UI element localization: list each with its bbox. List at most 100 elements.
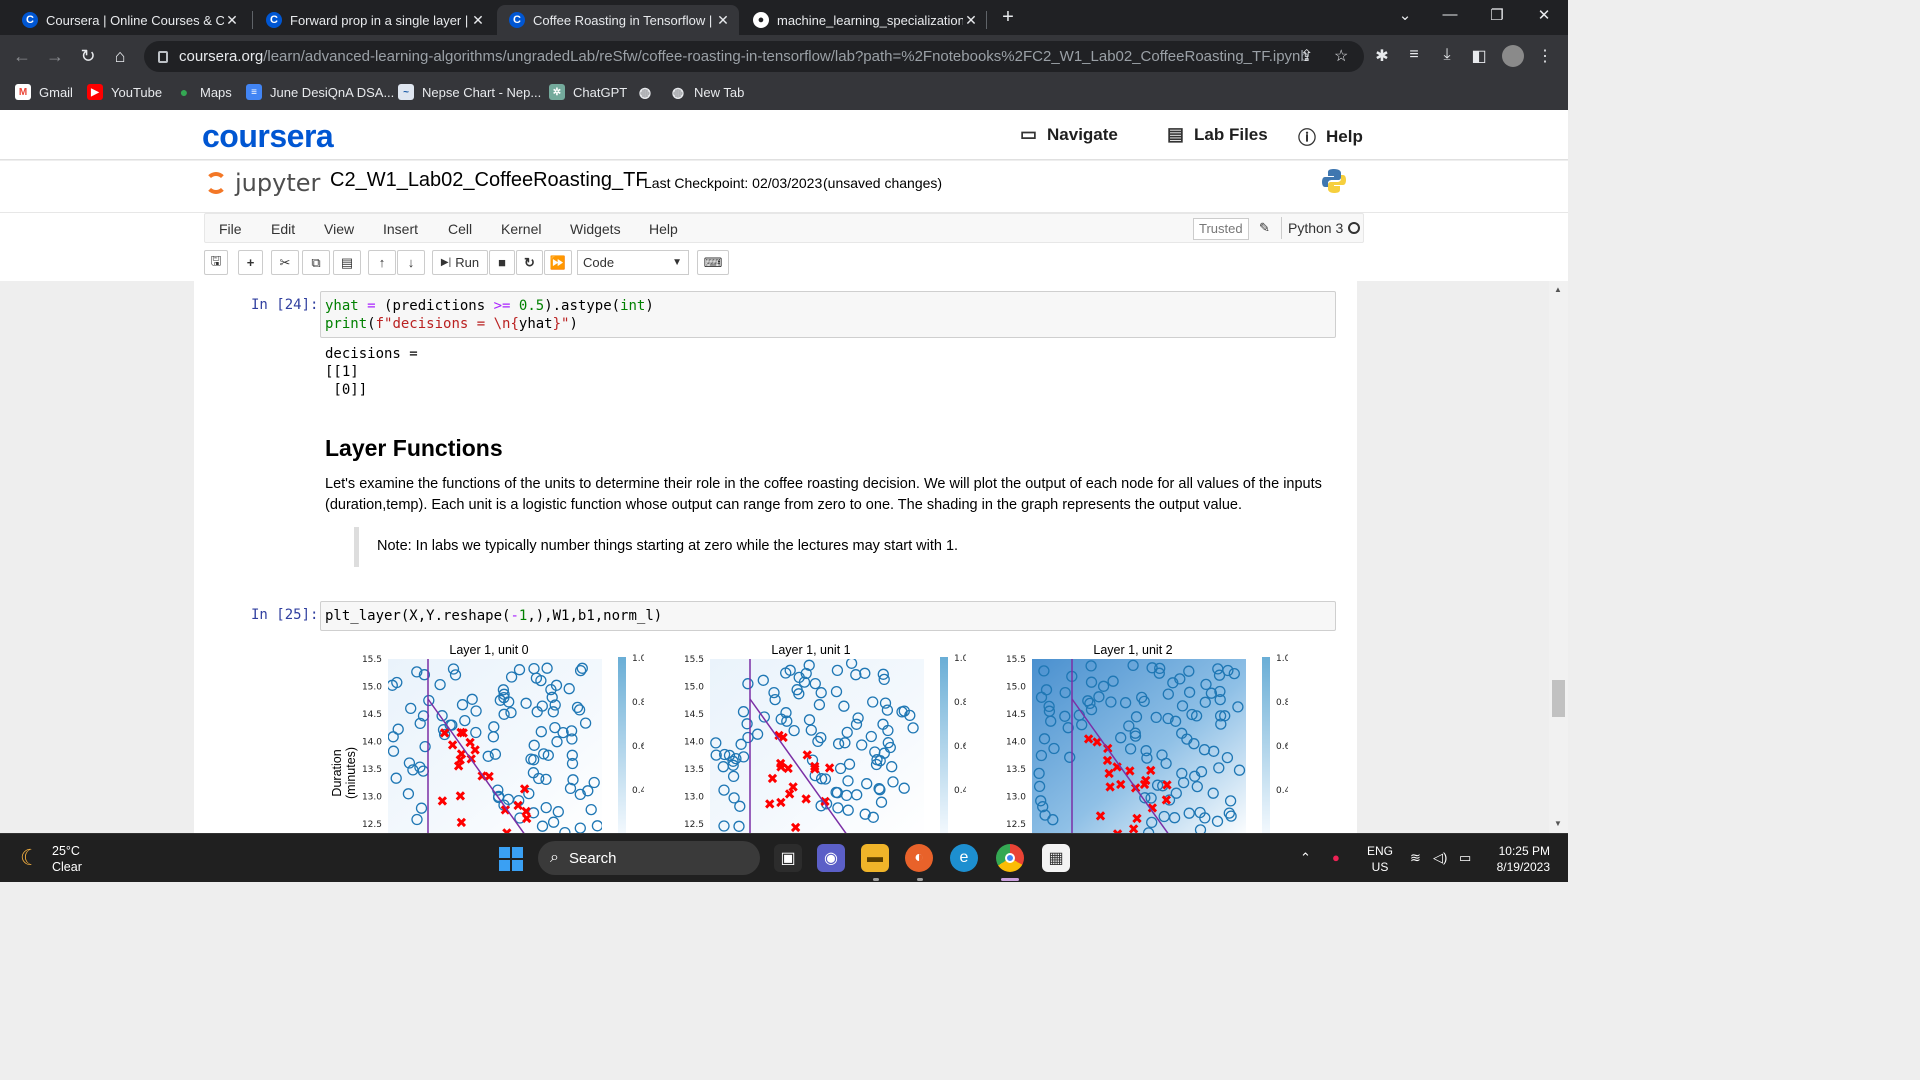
forward-icon[interactable]: → bbox=[44, 45, 66, 67]
edge-icon[interactable]: e bbox=[950, 844, 978, 872]
teams-chat-icon[interactable]: ◉ bbox=[817, 844, 845, 872]
share-icon[interactable]: ⇪ bbox=[1300, 46, 1313, 66]
menu-cell[interactable]: Cell bbox=[448, 221, 472, 237]
section-paragraph: Let's examine the functions of the units… bbox=[325, 476, 1322, 513]
close-icon[interactable]: ✕ bbox=[715, 12, 731, 29]
reading-list-icon[interactable]: ≡ bbox=[1402, 46, 1426, 64]
download-icon[interactable]: ⤓ bbox=[1435, 46, 1459, 64]
bookmark-nepse-chart[interactable]: ~ Nepse Chart - Nep... bbox=[398, 84, 541, 100]
home-icon[interactable]: ⌂ bbox=[109, 45, 131, 67]
scroll-up-icon[interactable]: ▲ bbox=[1554, 285, 1562, 294]
tray-app-icon[interactable]: ● bbox=[1332, 850, 1340, 865]
menu-widgets[interactable]: Widgets bbox=[570, 221, 621, 237]
bookmark-youtube[interactable]: ▶ YouTube bbox=[87, 84, 162, 100]
bookmark-gmail[interactable]: M Gmail bbox=[15, 84, 73, 100]
move-up-button[interactable]: ↑ bbox=[368, 250, 396, 275]
page-scrollbar[interactable]: ▲ ▼ bbox=[1549, 281, 1568, 833]
move-down-button[interactable]: ↓ bbox=[397, 250, 425, 275]
windows-start-icon[interactable] bbox=[499, 847, 523, 871]
colorbar-tick-label: 0.4 bbox=[632, 786, 644, 796]
navigate-button[interactable]: ▭ Navigate bbox=[1020, 124, 1118, 145]
restore-icon[interactable]: ❐ bbox=[1482, 6, 1512, 24]
menu-kernel[interactable]: Kernel bbox=[501, 221, 541, 237]
bookmarks-bar: M Gmail ▶ YouTube ● Maps ≡ June DesiQnA … bbox=[0, 78, 1568, 110]
close-icon[interactable]: ✕ bbox=[470, 12, 486, 29]
lab-files-button[interactable]: ▤ Lab Files bbox=[1167, 124, 1268, 145]
volume-icon[interactable]: ◁) bbox=[1433, 850, 1447, 866]
paste-icon: ▤ bbox=[340, 254, 354, 270]
cell-25-input[interactable]: plt_layer(X,Y.reshape(-1,),W1,b1,norm_l) bbox=[320, 601, 1336, 631]
close-icon[interactable]: ✕ bbox=[963, 12, 979, 29]
browser-tab[interactable]: ● machine_learning_specialization ✕ bbox=[741, 5, 987, 35]
menu-dots-icon[interactable]: ⋮ bbox=[1533, 46, 1557, 66]
moon-icon[interactable]: ☾ bbox=[20, 845, 40, 871]
trusted-badge[interactable]: Trusted bbox=[1193, 218, 1249, 240]
cell-24-prompt: In [24]: bbox=[251, 297, 319, 313]
bookmark-star-icon[interactable]: ☆ bbox=[1334, 46, 1348, 66]
tab-search-icon[interactable]: ⌄ bbox=[1390, 6, 1420, 24]
save-button[interactable]: 🖫 bbox=[204, 250, 228, 275]
tray-overflow-icon[interactable]: ⌃ bbox=[1300, 850, 1311, 866]
bookmark-maps[interactable]: ● Maps bbox=[176, 84, 232, 100]
window-close-icon[interactable]: ✕ bbox=[1529, 6, 1559, 24]
taskbar-search[interactable]: ⌕ Search bbox=[538, 841, 760, 875]
restart-button[interactable]: ↻ bbox=[516, 250, 543, 275]
menu-help[interactable]: Help bbox=[649, 221, 678, 237]
language-indicator[interactable]: ENG US bbox=[1367, 843, 1393, 875]
scroll-down-icon[interactable]: ▼ bbox=[1554, 819, 1562, 828]
insert-cell-button[interactable]: + bbox=[238, 250, 263, 275]
paste-button[interactable]: ▤ bbox=[333, 250, 361, 275]
close-icon[interactable]: ✕ bbox=[224, 12, 240, 29]
wifi-icon[interactable]: ≋ bbox=[1410, 850, 1421, 866]
active-app-indicator bbox=[873, 878, 879, 881]
cell-type-select[interactable]: Code ▼ bbox=[577, 250, 689, 275]
command-palette-button[interactable]: ⌨ bbox=[697, 250, 729, 275]
y-tick-label: 12.5 bbox=[684, 820, 704, 830]
coursera-logo[interactable]: coursera bbox=[202, 118, 334, 155]
back-icon[interactable]: ← bbox=[11, 45, 33, 67]
menu-edit[interactable]: Edit bbox=[271, 221, 295, 237]
minimize-icon[interactable]: — bbox=[1435, 6, 1465, 23]
bookmark-chatgpt[interactable]: ✲ ChatGPT bbox=[549, 84, 627, 100]
notebook-name[interactable]: C2_W1_Lab02_CoffeeRoasting_TF bbox=[330, 169, 648, 192]
menu-view[interactable]: View bbox=[324, 221, 354, 237]
microsoft-store-icon[interactable]: ▦ bbox=[1042, 844, 1070, 872]
menu-insert[interactable]: Insert bbox=[383, 221, 418, 237]
task-view-icon[interactable]: ▣ bbox=[774, 844, 802, 872]
scrollbar-thumb[interactable] bbox=[1552, 680, 1565, 717]
restart-run-all-button[interactable]: ⏩ bbox=[544, 250, 572, 275]
pencil-icon[interactable]: ✎ bbox=[1259, 220, 1270, 236]
kernel-name[interactable]: Python 3 bbox=[1281, 217, 1343, 239]
new-tab-button[interactable]: + bbox=[996, 6, 1020, 30]
bookmark-globe[interactable]: ◍ bbox=[637, 84, 661, 100]
side-panel-icon[interactable]: ◧ bbox=[1467, 46, 1491, 66]
cell-24-input[interactable]: yhat = (predictions >= 0.5).astype(int) … bbox=[320, 291, 1336, 338]
battery-icon[interactable]: ▭ bbox=[1459, 850, 1471, 866]
browser-tab[interactable]: C Forward prop in a single layer | Cours… bbox=[254, 5, 494, 35]
profile-avatar[interactable] bbox=[1502, 45, 1524, 67]
interrupt-button[interactable]: ■ bbox=[489, 250, 515, 275]
help-button[interactable]: ⓘ Help bbox=[1298, 124, 1363, 150]
file-icon: ▤ bbox=[1167, 124, 1185, 144]
weather-widget[interactable]: 25°C Clear bbox=[52, 843, 82, 875]
address-bar[interactable]: coursera.org/learn/advanced-learning-alg… bbox=[144, 41, 1364, 72]
chrome-icon[interactable] bbox=[996, 844, 1024, 872]
browser-tab-active[interactable]: C Coffee Roasting in Tensorflow | Course… bbox=[497, 5, 739, 35]
cut-button[interactable]: ✂ bbox=[271, 250, 299, 275]
firefox-icon[interactable]: ◐ bbox=[905, 844, 933, 872]
file-explorer-icon[interactable]: ▬ bbox=[861, 844, 889, 872]
copy-button[interactable]: ⧉ bbox=[302, 250, 330, 275]
extensions-icon[interactable]: ✱ bbox=[1370, 46, 1394, 66]
bookmark-new-tab[interactable]: ◍ New Tab bbox=[670, 84, 744, 100]
jupyter-header: jupyter C2_W1_Lab02_CoffeeRoasting_TF La… bbox=[0, 161, 1568, 213]
menu-file[interactable]: File bbox=[219, 221, 242, 237]
globe-icon: ◍ bbox=[671, 83, 685, 100]
colorbar-tick-label: 1.0 bbox=[632, 654, 644, 664]
run-button[interactable]: ▶| Run bbox=[432, 250, 488, 275]
bookmark-june-desiqna[interactable]: ≡ June DesiQnA DSA... bbox=[246, 84, 394, 100]
jupyter-logo[interactable]: jupyter bbox=[205, 169, 320, 197]
reload-icon[interactable]: ↻ bbox=[77, 45, 99, 67]
fast-forward-icon: ⏩ bbox=[549, 254, 567, 270]
browser-tab[interactable]: C Coursera | Online Courses & Credential… bbox=[10, 5, 248, 35]
taskbar-clock[interactable]: 10:25 PM 8/19/2023 bbox=[1488, 843, 1550, 875]
